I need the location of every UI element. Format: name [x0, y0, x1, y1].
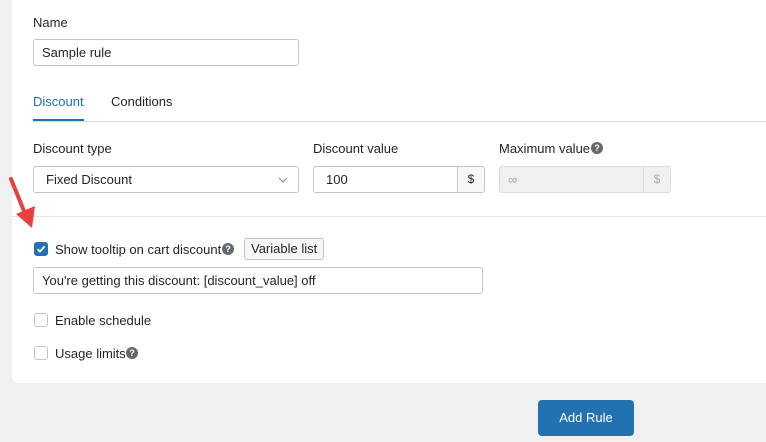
- add-rule-button[interactable]: Add Rule: [538, 400, 634, 436]
- tab-discount[interactable]: Discount: [33, 94, 84, 110]
- name-input[interactable]: Sample rule: [33, 39, 299, 66]
- name-label: Name: [33, 15, 68, 30]
- show-tooltip-checkbox[interactable]: [34, 242, 48, 256]
- annotation-arrow-icon: [9, 177, 35, 228]
- currency-suffix: $: [457, 167, 484, 192]
- help-icon[interactable]: ?: [126, 347, 138, 359]
- discount-value-label: Discount value: [313, 141, 399, 156]
- currency-suffix-disabled: $: [643, 167, 670, 192]
- variable-list-button[interactable]: Variable list: [244, 238, 325, 260]
- enable-schedule-label: Enable schedule: [55, 313, 152, 328]
- help-icon[interactable]: ?: [222, 243, 234, 255]
- discount-value-input[interactable]: 100 $: [313, 166, 485, 193]
- maximum-value-input: ∞ $: [499, 166, 671, 193]
- usage-limits-label: Usage limits: [55, 346, 126, 361]
- tab-conditions[interactable]: Conditions: [111, 94, 172, 110]
- usage-limits-checkbox[interactable]: [34, 346, 48, 360]
- enable-schedule-checkbox[interactable]: [34, 313, 48, 327]
- discount-value-text: 100: [326, 172, 348, 187]
- help-icon[interactable]: ?: [591, 142, 603, 154]
- chevron-down-icon: [278, 177, 288, 183]
- discount-type-select[interactable]: Fixed Discount: [33, 166, 299, 193]
- tabs-divider: [33, 121, 766, 122]
- discount-type-value: Fixed Discount: [46, 172, 132, 187]
- maximum-value-placeholder: ∞: [508, 172, 518, 187]
- section-divider: [12, 216, 766, 217]
- discount-type-label: Discount type: [33, 141, 112, 156]
- checkmark-icon: [36, 245, 46, 253]
- maximum-value-label: Maximum value: [499, 141, 591, 156]
- show-tooltip-label: Show tooltip on cart discount: [55, 242, 222, 257]
- tooltip-text-input[interactable]: You're getting this discount: [discount_…: [33, 267, 483, 294]
